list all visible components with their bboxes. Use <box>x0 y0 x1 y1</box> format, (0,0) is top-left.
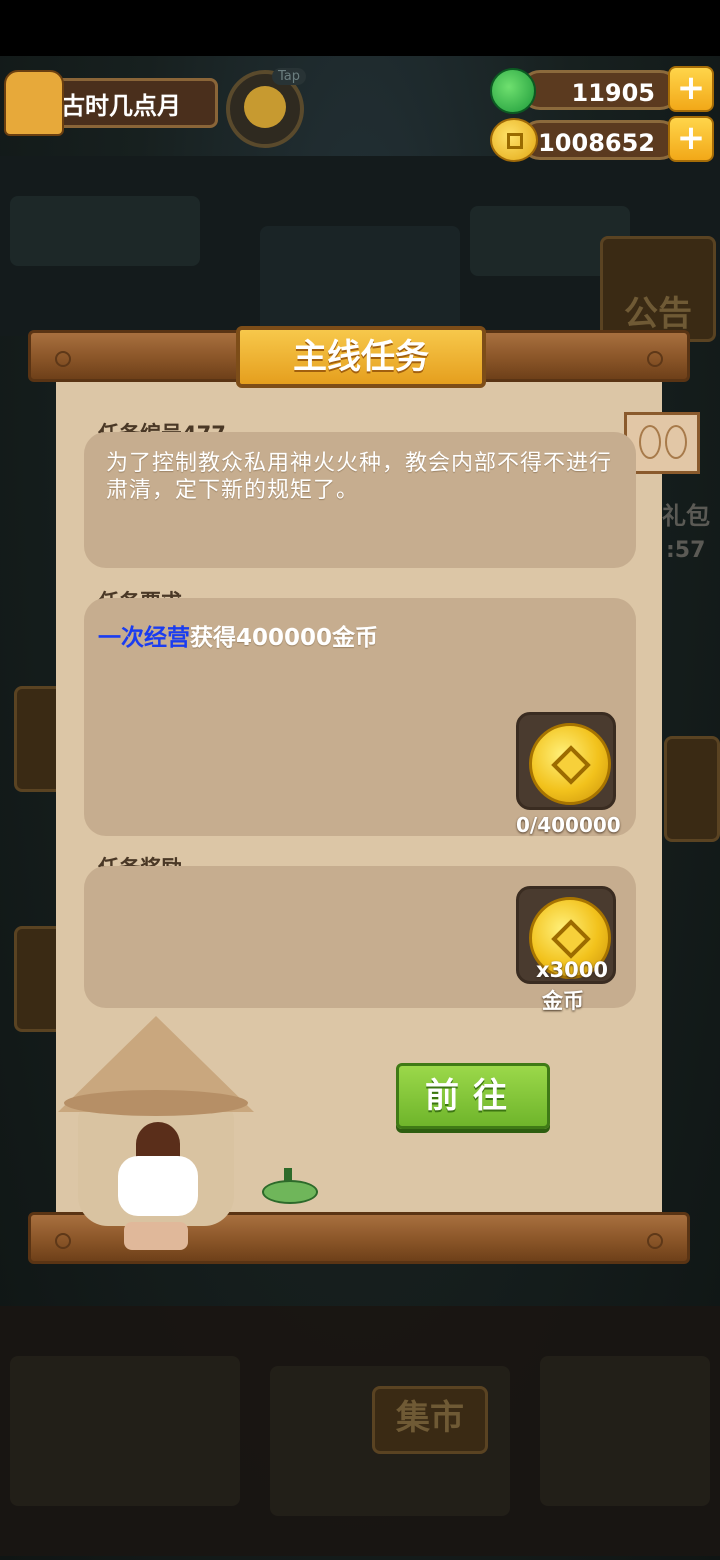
tap-label: Tap <box>272 68 307 85</box>
jade-balance-bar: 11905 <box>520 70 680 110</box>
tap-button[interactable]: Tap <box>226 68 307 148</box>
rod-nail <box>55 351 71 367</box>
rod-nail <box>647 351 663 367</box>
add-coin-button[interactable]: + <box>668 116 714 162</box>
requirement-text: 一次经营获得400000金币 <box>98 618 378 652</box>
reward-name: 金币 <box>542 989 584 1013</box>
bg-market-stall-1 <box>10 1356 240 1506</box>
coin-balance-bar: 1008652 <box>520 120 680 160</box>
player-name-box[interactable]: 古时几点月 <box>40 78 218 128</box>
requirement-goal: 获得400000金币 <box>190 625 379 651</box>
market-label: 集市 <box>396 1398 464 1438</box>
gift-pack-label[interactable]: 礼包 <box>662 496 710 531</box>
requirement-progress: 0/400000 <box>516 813 621 837</box>
bg-market-stall-3 <box>540 1356 710 1506</box>
coin-icon <box>529 723 611 805</box>
jade-icon <box>490 68 536 114</box>
dialog-title: 主线任务 <box>236 326 486 388</box>
bg-stall-left <box>10 196 200 266</box>
jade-disc-icon <box>262 1168 318 1204</box>
coin-amount: 1008652 <box>538 129 655 157</box>
bg-sign-right <box>664 736 720 842</box>
gift-timer: :57 <box>666 538 706 563</box>
reward-quantity: x3000 <box>536 958 608 982</box>
rod-nail <box>647 1233 663 1249</box>
avatar-icon[interactable] <box>4 70 64 136</box>
task-description: 为了控制教众私用神火火种，教会内部不得不进行肃清，定下新的规矩了。 <box>106 451 613 503</box>
coin-icon <box>490 118 538 162</box>
go-button[interactable]: 前往 <box>396 1063 550 1129</box>
notice-board[interactable]: 公告 <box>600 236 716 342</box>
status-bar <box>0 0 720 56</box>
add-jade-button[interactable]: + <box>668 66 714 112</box>
requirement-item-slot[interactable] <box>516 712 616 810</box>
market-sign[interactable]: 集市 <box>372 1386 488 1454</box>
jade-amount: 11905 <box>571 79 656 107</box>
face-icon <box>244 86 286 128</box>
notice-label: 公告 <box>624 294 692 334</box>
player-name: 古时几点月 <box>61 92 181 120</box>
requirement-action: 一次经营 <box>98 625 190 651</box>
straw-hat-character <box>58 1016 254 1256</box>
